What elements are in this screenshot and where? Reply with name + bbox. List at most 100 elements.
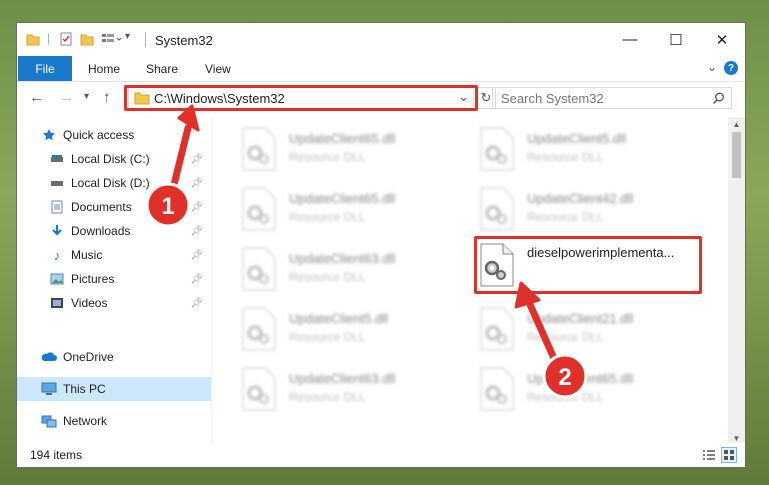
- file-type: Resource DLL: [527, 390, 604, 404]
- sidebar-item-label: OneDrive: [63, 350, 114, 364]
- close-button[interactable]: ✕: [699, 23, 745, 56]
- quick-access-dropdown-icon[interactable]: ▾: [125, 31, 130, 42]
- dll-file-icon: [480, 307, 514, 351]
- back-arrow-icon[interactable]: ←: [29, 89, 44, 106]
- dll-file-icon: [242, 187, 276, 231]
- sidebar-item-label: Videos: [71, 296, 108, 310]
- forward-arrow-icon[interactable]: →: [59, 89, 74, 106]
- scroll-up-icon[interactable]: ▲: [728, 117, 745, 131]
- tab-home[interactable]: Home: [88, 56, 120, 81]
- pin-icon[interactable]: 📌︎: [190, 274, 203, 285]
- sidebar-item-label: Quick access: [63, 128, 135, 142]
- file-item[interactable]: UpdateClient65.dll Resource DLL: [241, 125, 461, 177]
- search-input[interactable]: [499, 89, 703, 107]
- sidebar-item-videos[interactable]: Videos 📌︎: [17, 291, 211, 315]
- dll-file-icon: [242, 127, 276, 171]
- file-type: Resource DLL: [527, 150, 604, 164]
- sidebar-item-documents[interactable]: Documents 📌︎: [17, 195, 211, 219]
- star-icon: [41, 127, 57, 143]
- sidebar-item-label: Music: [71, 248, 103, 262]
- computer-icon: [41, 381, 57, 397]
- sidebar-item-this-pc[interactable]: This PC: [17, 377, 211, 401]
- pane-divider: [211, 117, 212, 445]
- sidebar-item-onedrive[interactable]: OneDrive: [17, 345, 211, 369]
- sidebar-item-label: Local Disk (C:): [71, 152, 150, 166]
- pin-icon[interactable]: 📌︎: [190, 298, 203, 309]
- pin-icon[interactable]: 📌︎: [190, 154, 203, 165]
- pictures-icon: [49, 271, 65, 287]
- file-item[interactable]: UpdateClient5.dll Resource DLL: [241, 305, 461, 357]
- sidebar-item-label: Network: [63, 414, 108, 428]
- recent-locations-icon[interactable]: ▾: [84, 91, 89, 102]
- tab-view[interactable]: View: [205, 56, 231, 81]
- sidebar-item-label: Local Disk (D:): [71, 176, 150, 190]
- file-item[interactable]: UpdateClient65.dll Resource DLL: [479, 365, 699, 417]
- explorer-window: | ▾ System32 — ☐ ✕ File Home Share View …: [16, 22, 746, 468]
- sidebar-item-label: Pictures: [71, 272, 115, 286]
- sidebar-item-quick-access[interactable]: Quick access: [17, 123, 211, 147]
- network-icon: [41, 413, 57, 429]
- sidebar-item-downloads[interactable]: Downloads 📌︎: [17, 219, 211, 243]
- file-highlight: [474, 236, 702, 294]
- details-view-icon[interactable]: [701, 447, 717, 463]
- maximize-button[interactable]: ☐: [653, 23, 699, 56]
- navigation-bar: ← → ▾ ↑ C:\Windows\System32 ⌄ ↻: [17, 82, 745, 115]
- file-name: UpdateClient63.dll: [289, 251, 396, 266]
- file-name: UpdateClient65.dll: [527, 371, 634, 386]
- scrollbar-thumb[interactable]: [732, 132, 741, 178]
- large-icons-view-icon[interactable]: [721, 447, 737, 463]
- sidebar-item-local-disk-c[interactable]: Local Disk (C:) 📌︎: [17, 147, 211, 171]
- dll-file-icon: [480, 187, 514, 231]
- file-item[interactable]: UpdateClient21.dll Resource DLL: [479, 305, 699, 357]
- file-item[interactable]: UpdateClient42.dll Resource DLL: [479, 185, 699, 237]
- sidebar-item-label: Downloads: [71, 224, 131, 238]
- pin-icon[interactable]: 📌︎: [190, 178, 203, 189]
- customize-toolbar-icon[interactable]: [101, 32, 123, 46]
- file-name: UpdateClient65.dll: [289, 191, 396, 206]
- pin-icon[interactable]: 📌︎: [190, 250, 203, 261]
- vertical-scrollbar[interactable]: ▲ ▼: [728, 117, 745, 445]
- videos-icon: [49, 295, 65, 311]
- folder-icon: [26, 32, 40, 46]
- minimize-button[interactable]: —: [607, 23, 653, 56]
- help-icon[interactable]: ?: [724, 61, 738, 75]
- pin-icon[interactable]: 📌︎: [190, 202, 203, 213]
- separator: |: [47, 31, 51, 45]
- sidebar-item-network[interactable]: Network: [17, 409, 211, 433]
- file-item[interactable]: UpdateClient65.dll Resource DLL: [241, 185, 461, 237]
- file-name: UpdateClient5.dll: [289, 311, 389, 326]
- up-arrow-icon[interactable]: ↑: [103, 89, 111, 106]
- expand-ribbon-icon[interactable]: ⌄: [707, 60, 717, 74]
- properties-icon[interactable]: [59, 32, 73, 46]
- tab-file[interactable]: File: [18, 56, 72, 81]
- file-name: UpdateClient21.dll: [527, 311, 634, 326]
- file-type: Resource DLL: [289, 150, 366, 164]
- cloud-icon: [41, 349, 57, 365]
- address-highlight: [124, 85, 478, 111]
- file-item[interactable]: UpdateClient63.dll Resource DLL: [241, 245, 461, 297]
- dll-file-icon: [242, 307, 276, 351]
- dll-file-icon: [480, 127, 514, 171]
- file-type: Resource DLL: [527, 210, 604, 224]
- search-box[interactable]: [492, 87, 732, 109]
- dll-file-icon: [242, 367, 276, 411]
- file-item[interactable]: UpdateClient5.dll Resource DLL: [479, 125, 699, 177]
- documents-icon: [49, 199, 65, 215]
- pin-icon[interactable]: 📌︎: [190, 226, 203, 237]
- new-folder-icon[interactable]: [80, 32, 94, 46]
- sidebar-item-pictures[interactable]: Pictures 📌︎: [17, 267, 211, 291]
- file-type: Resource DLL: [289, 270, 366, 284]
- dll-file-icon: [242, 247, 276, 291]
- sidebar-item-music[interactable]: ♪ Music 📌︎: [17, 243, 211, 267]
- file-type: Resource DLL: [289, 210, 366, 224]
- title-separator: [145, 32, 146, 47]
- file-item[interactable]: UpdateClient63.dll Resource DLL: [241, 365, 461, 417]
- file-name: UpdateClient5.dll: [527, 131, 627, 146]
- tab-share[interactable]: Share: [146, 56, 178, 81]
- file-name: UpdateClient63.dll: [289, 371, 396, 386]
- search-icon[interactable]: [712, 92, 725, 105]
- sidebar-item-local-disk-d[interactable]: Local Disk (D:) 📌︎: [17, 171, 211, 195]
- sidebar-item-label: This PC: [63, 382, 106, 396]
- sidebar-item-label: Documents: [71, 200, 132, 214]
- status-bar: 194 items: [17, 443, 745, 467]
